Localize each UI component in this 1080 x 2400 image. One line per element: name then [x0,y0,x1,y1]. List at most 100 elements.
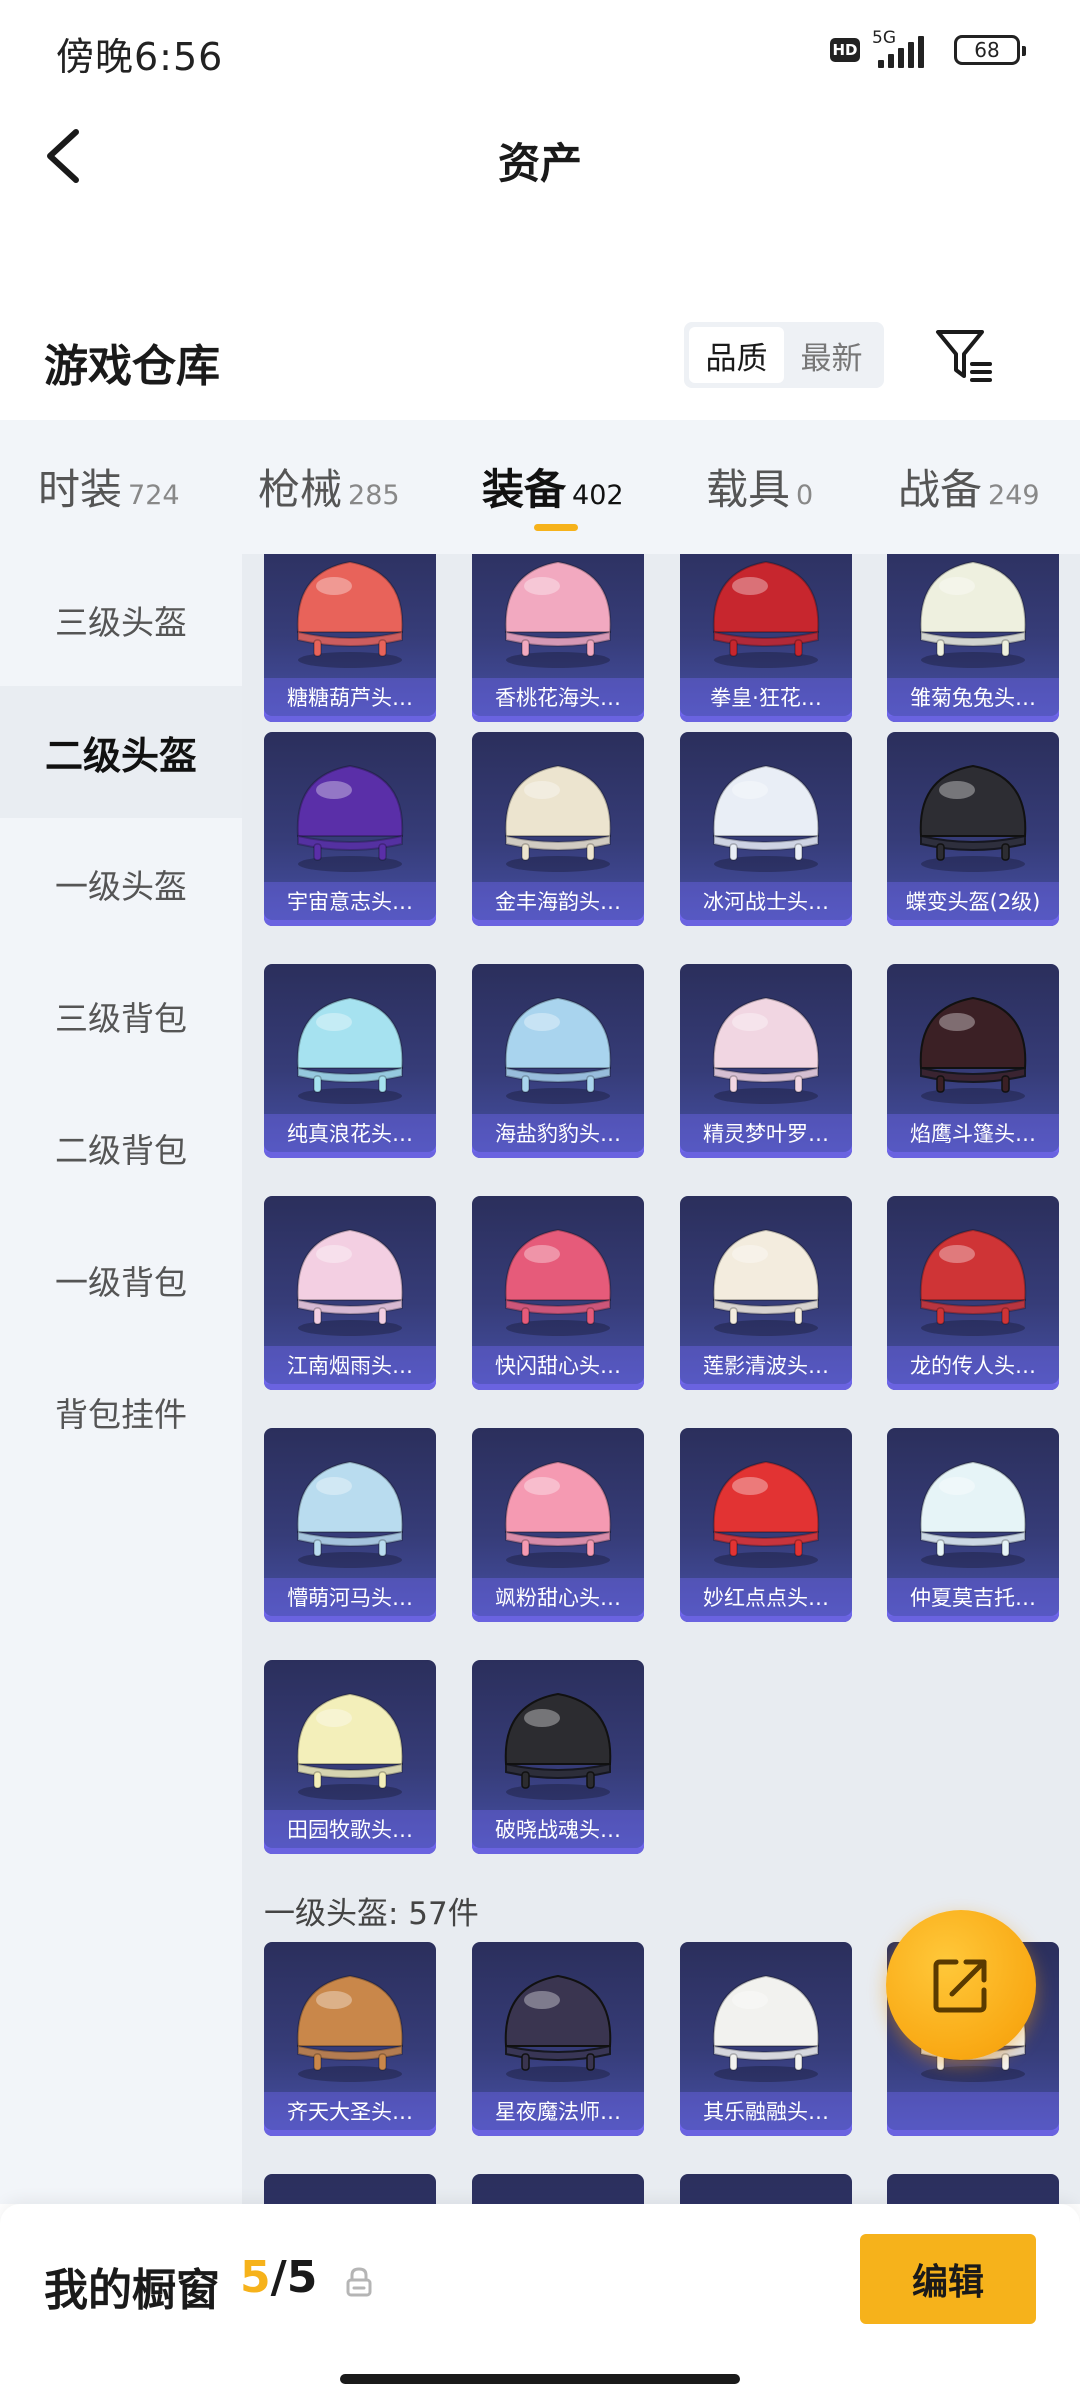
helmet-icon [296,764,404,872]
item-name: 星夜魔法师… [472,2092,644,2130]
tab-fashion[interactable]: 时装 724 [38,456,180,517]
warehouse-title: 游戏仓库 [44,341,220,392]
helmet-icon [504,1974,612,2082]
showcase-current: 5 [240,2252,271,2303]
lock-icon [346,2267,372,2297]
helmet-item-card[interactable] [472,2174,644,2204]
helmet-item-card[interactable]: 龙的传人头… [887,1196,1059,1390]
item-name [887,2092,1059,2130]
edit-button[interactable]: 编辑 [860,2234,1036,2324]
item-name: 其乐融融头… [680,2092,852,2130]
item-name: 龙的传人头… [887,1346,1059,1384]
showcase-count: 5/5 [240,2252,317,2303]
showcase-label: 我的橱窗 [44,2265,220,2316]
tab-equipment[interactable]: 装备 402 [482,456,624,517]
helmet-item-card[interactable]: 破晓战魂头… [472,1660,644,1854]
helmet-icon [919,996,1027,1104]
tab-label: 装备 [482,465,567,514]
tab-weapons[interactable]: 枪械 285 [258,456,400,517]
helmet-icon [296,996,404,1104]
helmet-icon [504,560,612,668]
helmet-item-card[interactable]: 冰河战士头… [680,732,852,926]
tab-supplies[interactable]: 战备 249 [898,456,1040,517]
sort-toggle: 品质 最新 [684,322,884,388]
helmet-item-card[interactable] [680,2174,852,2204]
showcase-separator: / [270,2252,287,2303]
tab-count: 402 [572,480,624,511]
sidebar-item-level1-helmet[interactable]: 一级头盔 [0,818,242,950]
helmet-item-card[interactable]: 星夜魔法师… [472,1942,644,2136]
helmet-item-card[interactable]: 拳皇·狂花… [680,554,852,722]
item-name: 焰鹰斗篷头… [887,1114,1059,1152]
helmet-icon [296,1228,404,1336]
tab-vehicles[interactable]: 载具 0 [706,456,813,517]
active-tab-indicator [534,524,578,531]
tab-count: 249 [988,480,1040,511]
helmet-item-card[interactable] [264,2174,436,2204]
helmet-item-card[interactable]: 飒粉甜心头… [472,1428,644,1622]
item-name: 雏菊兔兔头… [887,678,1059,716]
helmet-icon [504,1692,612,1800]
item-name: 破晓战魂头… [472,1810,644,1848]
helmet-icon [712,560,820,668]
sidebar-item-backpack-charm[interactable]: 背包挂件 [0,1346,242,1478]
helmet-item-card[interactable]: 仲夏莫吉托… [887,1428,1059,1622]
helmet-icon [296,1460,404,1568]
tab-count: 724 [128,480,180,511]
share-button[interactable] [886,1910,1036,2060]
helmet-item-card[interactable]: 妙红点点头… [680,1428,852,1622]
helmet-icon [712,1460,820,1568]
helmet-icon [296,560,404,668]
helmet-item-card[interactable]: 快闪甜心头… [472,1196,644,1390]
helmet-icon [919,560,1027,668]
sort-quality-button[interactable]: 品质 [689,327,784,383]
helmet-item-card[interactable]: 宇宙意志头… [264,732,436,926]
sort-newest-button[interactable]: 最新 [784,327,879,383]
item-name: 海盐豹豹头… [472,1114,644,1152]
helmet-icon [712,1228,820,1336]
tab-count: 0 [796,480,814,511]
helmet-item-card[interactable]: 雏菊兔兔头… [887,554,1059,722]
helmet-item-card[interactable]: 蝶变头盔(2级) [887,732,1059,926]
helmet-item-card[interactable]: 懵萌河马头… [264,1428,436,1622]
helmet-item-card[interactable]: 香桃花海头… [472,554,644,722]
item-name: 莲影清波头… [680,1346,852,1384]
helmet-item-card[interactable]: 莲影清波头… [680,1196,852,1390]
item-name: 精灵梦叶罗… [680,1114,852,1152]
filter-icon[interactable] [932,324,996,388]
helmet-icon [712,1974,820,2082]
tab-label: 战备 [898,465,983,514]
item-name: 糖糖葫芦头… [264,678,436,716]
item-name: 纯真浪花头… [264,1114,436,1152]
sidebar-item-level2-backpack[interactable]: 二级背包 [0,1082,242,1214]
helmet-item-card[interactable]: 纯真浪花头… [264,964,436,1158]
share-icon [933,1959,987,2013]
sidebar-item-level2-helmet[interactable]: 二级头盔 [0,686,242,818]
helmet-item-card[interactable]: 其乐融融头… [680,1942,852,2136]
helmet-item-card[interactable]: 海盐豹豹头… [472,964,644,1158]
item-name: 宇宙意志头… [264,882,436,920]
helmet-icon [712,996,820,1104]
helmet-item-card[interactable]: 精灵梦叶罗… [680,964,852,1158]
item-name: 懵萌河马头… [264,1578,436,1616]
item-name: 齐天大圣头… [264,2092,436,2130]
item-name: 香桃花海头… [472,678,644,716]
warehouse-header: 游戏仓库 品质 最新 [0,310,1080,410]
helmet-icon [919,1460,1027,1568]
helmet-item-card[interactable]: 糖糖葫芦头… [264,554,436,722]
item-name: 冰河战士头… [680,882,852,920]
item-name: 妙红点点头… [680,1578,852,1616]
helmet-item-card[interactable]: 齐天大圣头… [264,1942,436,2136]
helmet-item-card[interactable]: 江南烟雨头… [264,1196,436,1390]
helmet-item-card[interactable]: 田园牧歌头… [264,1660,436,1854]
helmet-item-card[interactable]: 金丰海韵头… [472,732,644,926]
helmet-icon [296,1692,404,1800]
status-bar: 傍晚6:56 HD 5G 68 [0,0,1080,100]
sidebar-item-level3-backpack[interactable]: 三级背包 [0,950,242,1082]
sidebar-item-level3-helmet[interactable]: 三级头盔 [0,554,242,686]
hd-icon: HD [830,38,860,62]
status-time: 傍晚6:56 [56,35,224,79]
sidebar-item-level1-backpack[interactable]: 一级背包 [0,1214,242,1346]
helmet-item-card[interactable]: 焰鹰斗篷头… [887,964,1059,1158]
helmet-item-card[interactable] [887,2174,1059,2204]
